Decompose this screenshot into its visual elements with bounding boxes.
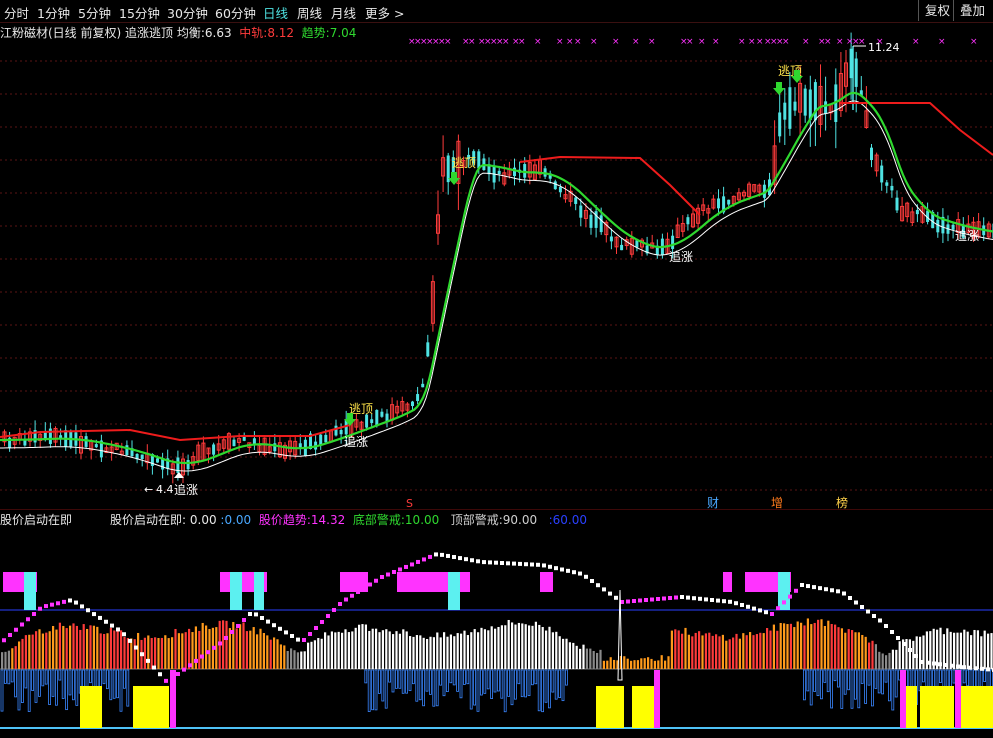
- signal-blocks: [3, 572, 791, 610]
- period-tab-5min[interactable]: 5分钟: [78, 3, 111, 22]
- svg-text:×: ×: [686, 37, 694, 47]
- svg-text:×: ×: [912, 37, 920, 47]
- period-tab-60min[interactable]: 60分钟: [215, 3, 256, 22]
- low-price-label: 4.4: [156, 483, 174, 496]
- junheng-line: [0, 100, 993, 472]
- sub-indicator-chart[interactable]: [0, 509, 993, 738]
- period-tab-monthly[interactable]: 月线: [331, 3, 356, 22]
- candlestick-chart[interactable]: ××××××× ×× ××××× ×× × × × × × × × × ×× × × × × × ×××× × ×× × ×…: [0, 23, 993, 509]
- period-toolbar: 分时 1分钟 5分钟 15分钟 30分钟 60分钟 日线 周线 月线 更多 > …: [0, 0, 993, 23]
- event-marker-s[interactable]: S: [406, 497, 413, 509]
- qushi-line: [0, 91, 993, 465]
- svg-text:×: ×: [748, 37, 756, 47]
- zhuizhang-label-2: 追涨: [344, 434, 368, 449]
- zhonggui-line: [0, 102, 993, 442]
- svg-text:×: ×: [590, 37, 598, 47]
- zhuizhang-label-4: 追涨: [955, 228, 979, 243]
- svg-text:×: ×: [802, 37, 810, 47]
- svg-text:×: ×: [612, 37, 620, 47]
- svg-text:×: ×: [518, 37, 526, 47]
- svg-text:×: ×: [574, 37, 582, 47]
- svg-text:×: ×: [648, 37, 656, 47]
- candlesticks: [2, 32, 993, 484]
- svg-text:×: ×: [534, 37, 542, 47]
- down-arrow-icon: [344, 70, 803, 426]
- svg-text:×: ×: [444, 37, 452, 47]
- svg-text:×: ×: [970, 37, 978, 47]
- svg-text:×: ×: [782, 37, 790, 47]
- period-tab-fenshi[interactable]: 分时: [4, 3, 29, 22]
- period-tab-1min[interactable]: 1分钟: [37, 3, 70, 22]
- high-price-label: 11.24: [868, 41, 900, 54]
- event-marker-cai[interactable]: 财: [707, 496, 719, 509]
- svg-text:×: ×: [938, 37, 946, 47]
- main-grid: [0, 60, 993, 491]
- zhuizhang-label-3: 追涨: [669, 249, 693, 264]
- svg-text:×: ×: [502, 37, 510, 47]
- svg-text:×: ×: [468, 37, 476, 47]
- zhuizhang-label-1: 追涨: [174, 482, 198, 497]
- svg-text:×: ×: [836, 37, 844, 47]
- period-tab-30min[interactable]: 30分钟: [167, 3, 208, 22]
- period-tab-more[interactable]: 更多 >: [365, 3, 404, 22]
- svg-text:×: ×: [698, 37, 706, 47]
- low-price-marker: ← 4.4: [144, 483, 174, 496]
- fuquan-button[interactable]: 复权: [918, 0, 956, 21]
- svg-text:×: ×: [756, 37, 764, 47]
- event-marker-bang[interactable]: 榜: [836, 495, 848, 509]
- taoding-label-2: 逃顶: [452, 156, 476, 170]
- period-tab-15min[interactable]: 15分钟: [119, 3, 160, 22]
- svg-text:×: ×: [824, 37, 832, 47]
- svg-text:×: ×: [712, 37, 720, 47]
- svg-text:×: ×: [738, 37, 746, 47]
- svg-text:×: ×: [556, 37, 564, 47]
- diejia-button[interactable]: 叠加: [953, 0, 991, 21]
- svg-text:×: ×: [632, 37, 640, 47]
- svg-text:←: ←: [144, 483, 153, 496]
- svg-text:×: ×: [566, 37, 574, 47]
- period-tab-daily[interactable]: 日线: [263, 3, 288, 22]
- period-tab-weekly[interactable]: 周线: [297, 3, 322, 22]
- event-marker-zeng[interactable]: 增: [771, 496, 783, 509]
